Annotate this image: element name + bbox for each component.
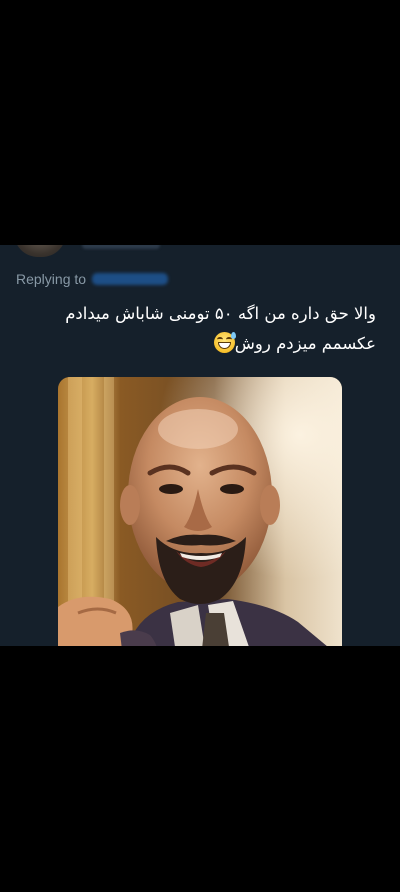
replying-to-label: Replying to xyxy=(16,271,87,287)
replying-to-row: Replying to xyxy=(16,271,169,287)
grinning-face-with-sweat-icon xyxy=(213,332,236,353)
avatar[interactable] xyxy=(14,245,66,257)
replying-to-handle-redacted[interactable] xyxy=(92,273,169,285)
reply-tweet[interactable]: Replying to والا حق داره من اگه ۵۰ تومنی… xyxy=(0,245,400,646)
tweet-header xyxy=(14,245,160,259)
screen: Replying to والا حق داره من اگه ۵۰ تومنی… xyxy=(0,0,400,892)
tweet-text-line-2: عکسمم میزدم روش xyxy=(234,334,376,353)
tweet-text-line-2-wrap: عکسمم میزدم روش xyxy=(36,329,376,359)
tweet-media-image[interactable] xyxy=(58,377,342,646)
author-name-redacted xyxy=(82,245,160,249)
tweet-text: والا حق داره من اگه ۵۰ تومنی شاباش میداد… xyxy=(36,299,376,359)
meme-photo xyxy=(58,377,342,646)
tweet-text-line-1: والا حق داره من اگه ۵۰ تومنی شاباش میداد… xyxy=(65,304,376,323)
